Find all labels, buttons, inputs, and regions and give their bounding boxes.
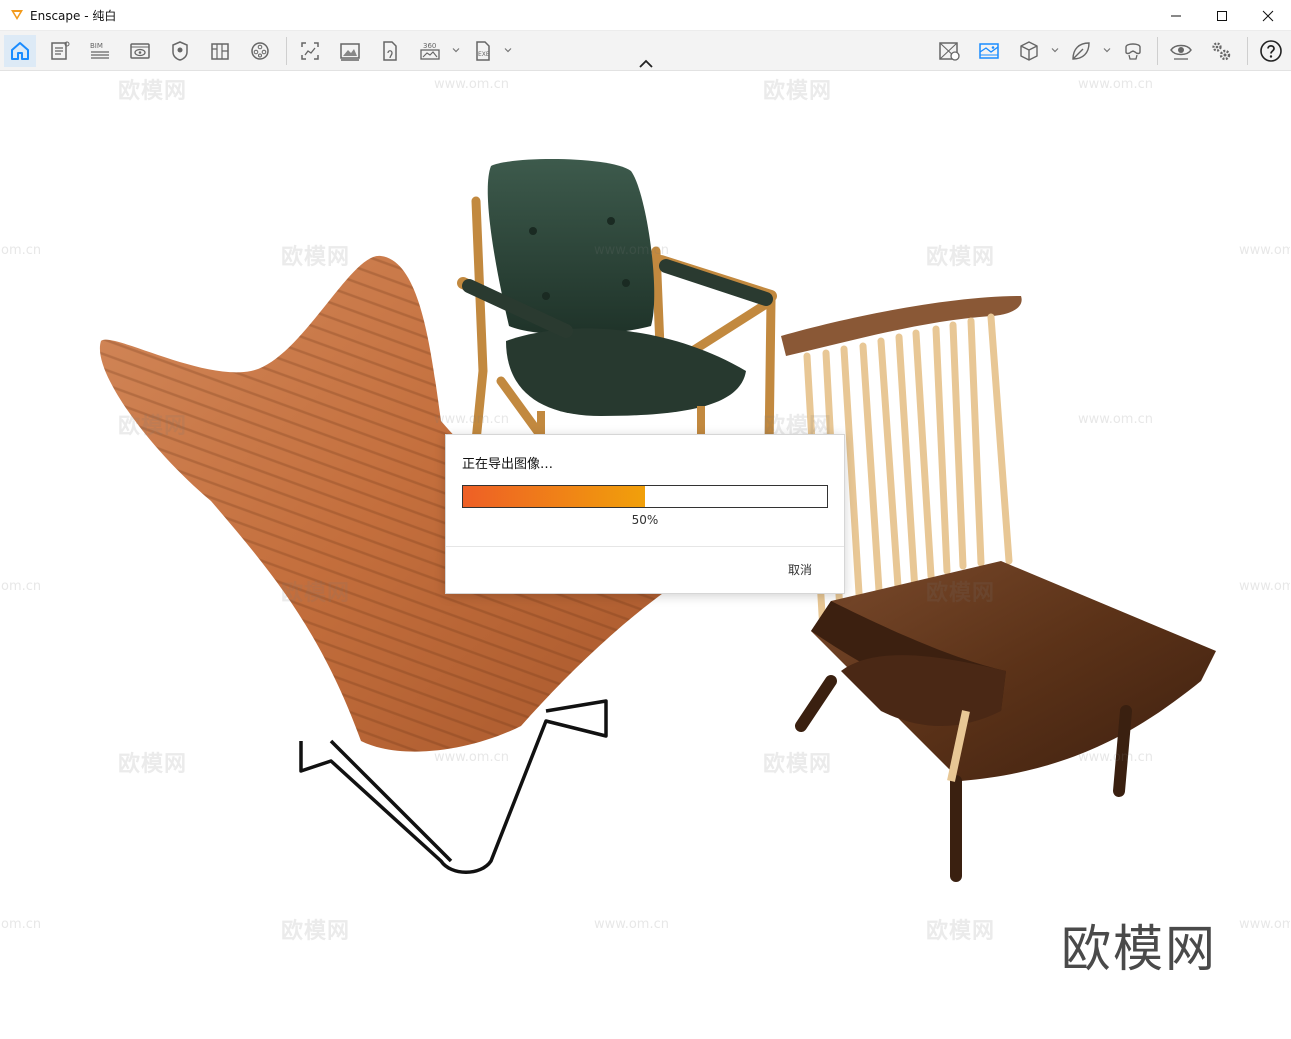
svg-text:EXE: EXE [478,51,490,58]
close-button[interactable] [1245,0,1291,31]
watermark-brand: 欧模网 [118,752,188,777]
watermark-url: www.om.cn [1239,579,1290,594]
watermark-url: om.cn [1,917,42,932]
watermark-url: om.cn [1,579,42,594]
settings-button[interactable] [1205,35,1237,67]
dialog-title: 正在导出图像… [462,457,554,472]
cube-icon [1020,41,1038,61]
watermark-brand: 欧模网 [118,414,188,439]
video-icon [251,42,269,60]
panorama-360-icon: 360 [420,42,440,60]
enscape-logo-icon [11,10,23,20]
batch-render-button[interactable] [334,35,366,67]
bim-icon: BIM [90,42,109,59]
leaf-button[interactable] [1065,35,1097,67]
leaf-dropdown-chevron-icon[interactable] [1102,45,1112,55]
panorama-dropdown-chevron-icon[interactable] [451,45,461,55]
watermark-url: www.om.cn [1239,917,1290,932]
watermark-url: www.om.cn [594,917,669,932]
cube-dropdown-chevron-icon[interactable] [1050,45,1060,55]
help-icon [1260,40,1282,62]
brand-logo-text: 欧模网 [1061,920,1217,978]
image-button[interactable] [973,35,1005,67]
maximize-button[interactable] [1199,0,1245,31]
minimize-button[interactable] [1153,0,1199,31]
cancel-button[interactable]: 取消 [788,561,812,578]
export-progress-dialog: 正在导出图像… 50% 取消 [445,434,845,594]
progress-bar [462,485,828,508]
watermark-url: www.om.cn [1078,750,1153,765]
dialog-divider [446,546,844,547]
close-icon [1262,10,1274,21]
export-file-button[interactable] [374,35,406,67]
vr-headset-icon [1125,43,1141,60]
minimize-icon [1171,15,1181,16]
cube-button[interactable] [1013,35,1045,67]
leaf-icon [1072,42,1090,60]
capture-button[interactable] [164,35,196,67]
title-bar: Enscape - 纯白 [0,0,1291,31]
watermark-url: www.om.cn [434,750,509,765]
watermark-url: www.om.cn [594,243,669,258]
batch-render-icon [340,43,360,61]
document-button[interactable] [44,35,76,67]
home-icon [11,42,29,60]
views-button[interactable] [124,35,156,67]
help-button[interactable] [1255,35,1287,67]
panorama-360-button[interactable]: 360 [414,35,446,67]
settings-gear-icon [1212,42,1231,61]
progress-percent: 50% [631,513,659,527]
toolbar-separator [1157,37,1158,65]
svg-text:360: 360 [423,42,436,50]
watermark-brand: 欧模网 [763,752,833,777]
screenshot-button[interactable] [294,35,326,67]
toolbar-separator [286,37,287,65]
collapse-toolbar-chevron-icon[interactable] [637,58,655,70]
walnut-chair [781,296,1216,882]
watermark-url: www.om.cn [1239,243,1290,258]
export-file-icon [383,41,397,61]
sun-button[interactable] [933,35,965,67]
watermark-brand: 欧模网 [926,919,996,944]
svg-text:BIM: BIM [90,42,103,50]
progress-bar-fill [463,486,645,507]
watermark-url: www.om.cn [434,412,509,427]
watermark-brand: 欧模网 [281,581,351,606]
maximize-icon [1217,10,1227,21]
sun-icon [939,42,960,61]
toolbar-separator [1247,37,1248,65]
exe-export-icon: EXE [476,41,490,61]
visual-settings-button[interactable] [1165,35,1197,67]
home-button[interactable] [4,35,36,67]
window-title: Enscape - 纯白 [30,8,117,23]
image-icon [979,43,999,59]
capture-icon [172,41,188,61]
watermark-brand: 欧模网 [926,245,996,270]
green-armchair [457,159,777,456]
watermark-brand: 欧模网 [118,79,188,104]
watermark-brand: 欧模网 [763,79,833,104]
screenshot-icon [301,42,319,60]
bim-button[interactable]: BIM [84,35,116,67]
watermark-url: om.cn [1,243,42,258]
visual-settings-icon [1170,44,1192,60]
window-controls [1153,0,1291,31]
views-icon [130,43,150,59]
video-button[interactable] [244,35,276,67]
library-icon [211,43,229,60]
watermark-url: www.om.cn [1078,412,1153,427]
exe-export-button[interactable]: EXE [466,35,498,67]
exe-dropdown-chevron-icon[interactable] [503,45,513,55]
watermark-url: www.om.cn [1078,77,1153,92]
watermark-url: www.om.cn [434,77,509,92]
watermark-brand: 欧模网 [281,919,351,944]
watermark-brand: 欧模网 [926,581,996,606]
document-icon [51,41,70,60]
vr-headset-button[interactable] [1117,35,1149,67]
watermark-brand: 欧模网 [281,245,351,270]
library-button[interactable] [204,35,236,67]
